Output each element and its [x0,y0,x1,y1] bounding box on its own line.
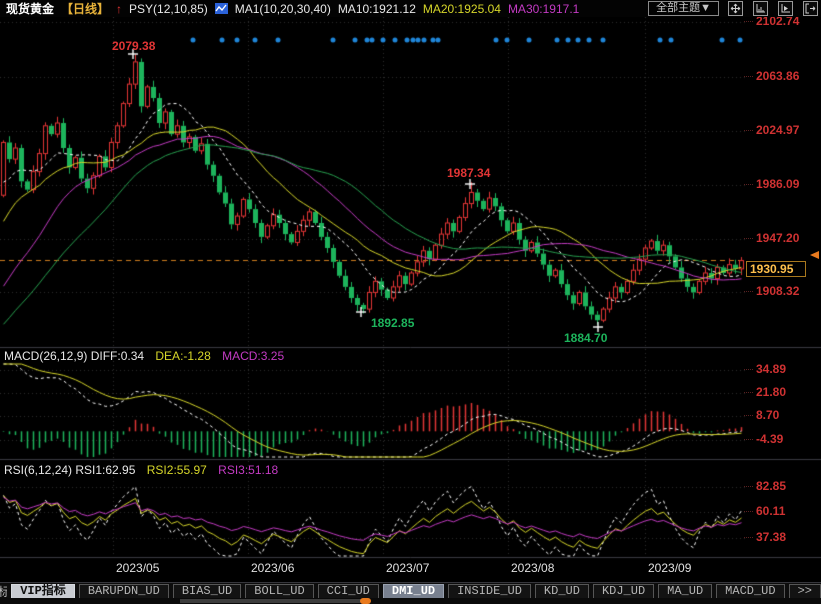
axis-tick-label: 82.85 [744,479,786,493]
indicator-tab[interactable]: >> [789,584,821,599]
exit-right-icon[interactable] [803,1,818,16]
rsi3-label: RSI3:51.18 [218,463,278,477]
indicator-tab[interactable]: BARUPDN_UD [79,584,169,599]
axis-tick-label: 60.11 [744,504,785,518]
axis-tick-label: -4.39 [744,432,783,446]
indicator-tab[interactable]: BIAS_UD [173,584,241,599]
chart-header-bar: 现货黄金 【日线】 ↑ PSY(12,10,85) MA1(10,20,30,4… [0,0,821,17]
rsi2-label: RSI2:55.97 [147,463,207,477]
price-annotation: 2079.38 [112,39,155,53]
date-label: 2023/07 [386,561,429,575]
date-label: 2023/06 [251,561,294,575]
axis-tick-label: 1947.20 [744,231,799,245]
axis-tick-label: 1986.09 [744,177,799,191]
indicator-tab[interactable]: MACD_UD [716,584,784,599]
axis-play-icon[interactable] [778,1,793,16]
indicator-tab[interactable]: BOLL_UD [245,584,313,599]
scrollbar-orange-marker [360,598,371,604]
macd-value-label: MACD:3.25 [222,349,284,363]
tab-scrollbar-track[interactable] [0,598,821,604]
axis-tick-label: 34.89 [744,362,786,376]
axis-tick-label: 37.38 [744,530,786,544]
indicator-tab[interactable]: VIP指标 [11,584,75,599]
date-label: 2023/05 [116,561,159,575]
ma-indicator-icon [215,3,228,14]
rsi-panel-header: RSI(6,12,24) RSI1:62.95 RSI2:55.97 RSI3:… [4,463,286,477]
indicator-tab[interactable]: CCI_UD [318,584,379,599]
axis-tick-label: 21.80 [744,385,786,399]
date-label: 2023/08 [511,561,554,575]
rsi1-label: RSI(6,12,24) RSI1:62.95 [4,463,135,477]
psy-indicator-label: PSY(12,10,85) [129,2,208,16]
price-annotation: 1987.34 [447,166,490,180]
indicator-tab[interactable]: DMI_UD [383,584,444,599]
indicator-tab-bar: 标 VIP指标 BARUPDN_UD BIAS_UD BOLL_UD CCI_UD DMI… [0,582,821,599]
ma10-value: MA10:1921.12 [338,2,416,16]
macd-panel-header: MACD(26,12,9) DIFF:0.34 DEA:-1.28 MACD:3… [4,349,292,363]
indicator-tab[interactable]: KDJ_UD [593,584,654,599]
trading-app-window: 现货黄金 【日线】 ↑ PSY(12,10,85) MA1(10,20,30,4… [0,0,821,604]
tab-scrollbar-thumb[interactable] [180,599,370,603]
indicator-tab[interactable]: INSIDE_UD [448,584,531,599]
date-label: 2023/09 [648,561,691,575]
price-annotation: 1892.85 [371,316,414,330]
chart-canvas[interactable] [0,0,821,604]
theme-dropdown-button[interactable]: 全部主题▼ [648,1,719,16]
tab-row: VIP指标 BARUPDN_UD BIAS_UD BOLL_UD CCI_UD DMI_U… [7,584,821,599]
macd-dea-label: DEA:-1.28 [155,349,210,363]
symbol-name: 现货黄金 [6,0,54,17]
tab-bar-fragment: 标 [0,583,7,600]
ma20-value: MA20:1925.04 [423,2,501,16]
indicator-tab[interactable]: MA_UD [658,584,712,599]
current-price-box: 1930.95 [746,261,806,277]
price-marker-icon [810,251,819,259]
axis-tick-label: 8.70 [744,408,779,422]
axis-scale-icon[interactable] [753,1,768,16]
indicator-tab[interactable]: KD_UD [535,584,589,599]
period-label[interactable]: 【日线】 [61,0,109,17]
price-annotation: 1884.70 [564,331,607,345]
axis-tick-label: 2063.86 [744,69,799,83]
crosshair-icon[interactable] [728,1,743,16]
axis-tick-label: 2024.97 [744,123,799,137]
macd-diff-label: MACD(26,12,9) DIFF:0.34 [4,349,144,363]
up-arrow-icon: ↑ [116,2,122,16]
ma-group-label: MA1(10,20,30,40) [235,2,331,16]
ma30-value: MA30:1917.1 [508,2,579,16]
axis-tick-label: 1908.32 [744,284,799,298]
